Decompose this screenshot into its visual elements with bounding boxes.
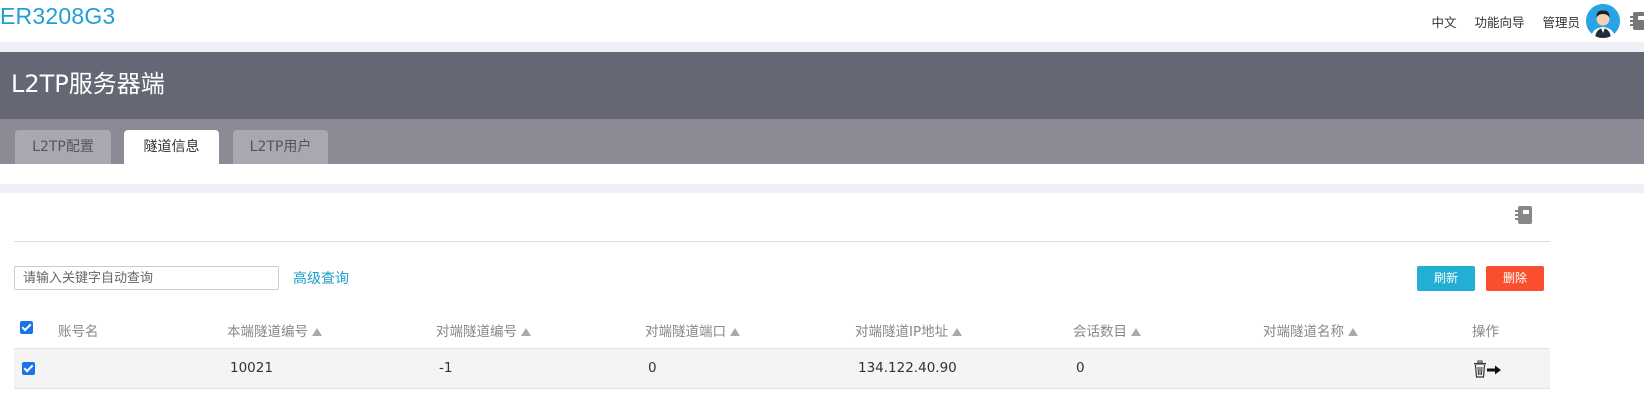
top-right-menu: 中文 功能向导 管理员 [1431,0,1644,42]
top-bar: ER3208G3 中文 功能向导 管理员 [0,0,1644,42]
page-header [0,52,1644,119]
tab-l2tp-users[interactable]: L2TP用户 [233,130,328,164]
cell-local-tunnel-id: 10021 [230,360,273,376]
column-header[interactable]: 账号名 [58,320,99,340]
sort-icon[interactable] [312,328,322,336]
notebook-icon[interactable] [1630,8,1644,34]
cell-peer-tunnel-id: -1 [439,360,453,376]
row-checkbox[interactable] [22,362,35,375]
sort-icon[interactable] [952,328,963,336]
delete-button[interactable]: 删除 [1486,266,1544,291]
column-header[interactable]: 对端隧道端口 [645,320,740,340]
sort-icon[interactable] [1131,328,1141,336]
column-header[interactable]: 本端隧道编号 [227,320,322,340]
wizard-link[interactable]: 功能向导 [1474,12,1524,31]
refresh-button[interactable]: 刷新 [1417,266,1475,291]
column-header[interactable]: 会话数目 [1073,320,1141,340]
page-title: L2TP服务器端 [11,70,165,98]
column-settings-icon[interactable] [1514,205,1534,225]
spacer [0,184,1644,193]
trash-icon[interactable] [1474,360,1486,378]
column-header[interactable]: 对端隧道名称 [1263,320,1358,340]
row-actions [1473,360,1503,378]
avatar[interactable] [1586,4,1620,38]
brand-logo[interactable]: ER3208G3 [0,3,115,30]
select-all-checkbox[interactable] [20,321,33,334]
divider [14,241,1550,242]
column-header[interactable]: 对端隧道编号 [436,320,531,340]
sort-icon[interactable] [1348,328,1358,336]
search-input[interactable] [14,266,279,290]
spacer [0,42,1644,52]
sort-icon[interactable] [521,328,531,336]
sort-icon[interactable] [730,328,740,336]
language-link[interactable]: 中文 [1431,12,1456,31]
user-link[interactable]: 管理员 [1542,12,1580,31]
tab-content-top [0,164,1644,184]
cell-peer-tunnel-port: 0 [648,360,657,376]
cell-session-count: 0 [1076,360,1085,376]
advanced-search-link[interactable]: 高级查询 [293,268,349,288]
disconnect-arrow-icon[interactable] [1487,365,1501,375]
column-header[interactable]: 对端隧道IP地址 [855,320,963,340]
cell-peer-tunnel-ip: 134.122.40.90 [858,360,957,376]
tab-l2tp-config[interactable]: L2TP配置 [15,130,111,164]
avatar-icon [1586,4,1620,38]
column-header: 操作 [1472,324,1499,340]
tab-tunnel-info[interactable]: 隧道信息 [124,130,219,164]
